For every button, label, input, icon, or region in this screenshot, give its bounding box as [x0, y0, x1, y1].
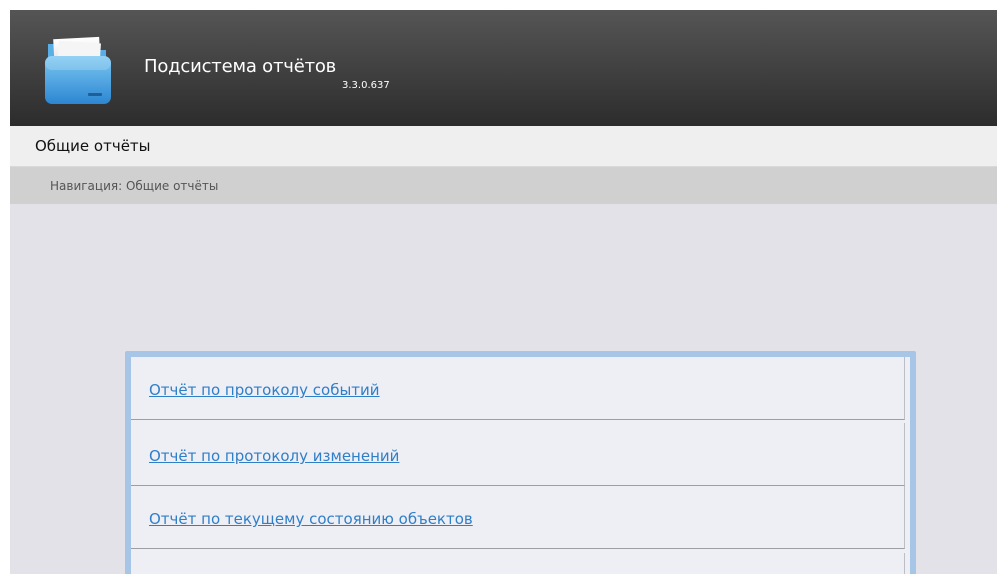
app-version: 3.3.0.637	[342, 80, 390, 91]
reports-panel: Отчёт по протоколу событий Отчёт по прот…	[125, 351, 916, 574]
app-window: Подсистема отчётов 3.3.0.637 Общие отчёт…	[10, 10, 997, 574]
menu-bar: Общие отчёты	[10, 126, 997, 167]
report-item-more[interactable]	[131, 553, 905, 574]
breadcrumb-text: Навигация: Общие отчёты	[50, 179, 219, 193]
report-link-change-log[interactable]: Отчёт по протоколу изменений	[149, 447, 399, 466]
breadcrumb: Навигация: Общие отчёты	[10, 167, 997, 204]
reports-list: Отчёт по протоколу событий Отчёт по прот…	[131, 357, 910, 574]
report-link-object-state[interactable]: Отчёт по текущему состоянию объектов	[149, 510, 473, 529]
report-link-event-log[interactable]: Отчёт по протоколу событий	[149, 381, 380, 400]
report-item-change-log[interactable]: Отчёт по протоколу изменений	[131, 423, 905, 486]
report-item-object-state[interactable]: Отчёт по текущему состоянию объектов	[131, 486, 905, 549]
app-header: Подсистема отчётов 3.3.0.637	[10, 10, 997, 126]
report-item-event-log[interactable]: Отчёт по протоколу событий	[131, 357, 905, 420]
folder-icon	[45, 36, 111, 104]
app-title: Подсистема отчётов	[144, 56, 337, 77]
menu-item-general-reports[interactable]: Общие отчёты	[35, 137, 151, 156]
